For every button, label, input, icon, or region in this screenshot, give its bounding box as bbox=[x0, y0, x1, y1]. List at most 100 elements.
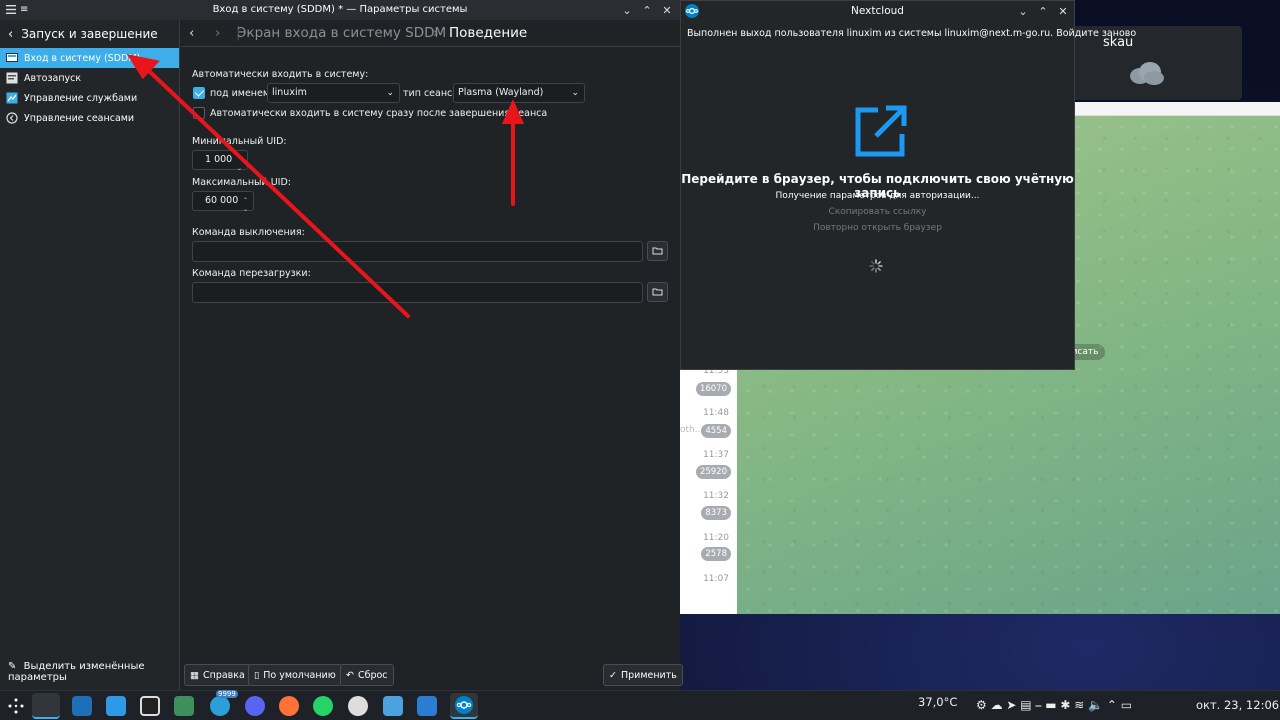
minimize-icon[interactable]: ⌄ bbox=[1016, 5, 1030, 18]
app-launcher-icon[interactable] bbox=[6, 696, 26, 716]
breadcrumb: ‹ › | Экран входа в систему SDDM › Повед… bbox=[181, 20, 680, 47]
dolphin-icon[interactable] bbox=[106, 696, 126, 716]
unread-badge: 2578 bbox=[701, 547, 731, 561]
undo-icon: ↶ bbox=[346, 669, 354, 681]
unread-badge: 8373 bbox=[701, 506, 731, 520]
minimize-icon[interactable]: ⌄ bbox=[620, 4, 634, 17]
help-icon: ▦ bbox=[190, 669, 199, 681]
reboot-command-label: Команда перезагрузки: bbox=[192, 268, 311, 279]
mail-icon[interactable] bbox=[417, 696, 437, 716]
help-label: Справка bbox=[202, 669, 245, 681]
spin-down-icon[interactable]: ⌄ bbox=[243, 201, 251, 213]
sidebar-item-sddm[interactable]: Вход в систему (SDDM) bbox=[0, 48, 179, 68]
chevron-left-icon: ‹ bbox=[8, 26, 14, 42]
relogin-checkbox[interactable] bbox=[193, 107, 205, 119]
help-button[interactable]: ▦ Справка bbox=[184, 664, 251, 686]
session-type-label: тип сеанса bbox=[403, 88, 459, 99]
settings-task-icon[interactable] bbox=[32, 693, 60, 719]
screenshot-icon[interactable] bbox=[383, 696, 403, 716]
user-value: linuxim bbox=[272, 87, 307, 98]
sidebar: ‹ Запуск и завершение Вход в систему (SD… bbox=[0, 20, 180, 690]
cloud-icon bbox=[1130, 62, 1164, 85]
min-uid-spinbox[interactable]: 1 000 ⌃ ⌄ bbox=[192, 150, 248, 172]
close-icon[interactable]: ✕ bbox=[660, 4, 674, 17]
autologin-user-checkbox[interactable] bbox=[193, 87, 205, 99]
settings-titlebar[interactable]: ≡ Вход в систему (SDDM) * — Параметры си… bbox=[0, 0, 680, 20]
breadcrumb-parent[interactable]: Экран входа в систему SDDM bbox=[237, 25, 446, 41]
reopen-browser-button[interactable]: Повторно открыть браузер bbox=[681, 223, 1074, 233]
discord-icon[interactable] bbox=[245, 696, 265, 716]
session-type-value: Plasma (Wayland) bbox=[458, 87, 544, 98]
min-uid-value: 1 000 bbox=[205, 154, 233, 165]
breadcrumb-separator-icon: › bbox=[433, 25, 439, 41]
window-switcher-icon[interactable] bbox=[140, 696, 160, 716]
window-title: Вход в систему (SDDM) * — Параметры сист… bbox=[212, 4, 468, 15]
reset-label: Сброс bbox=[357, 669, 388, 681]
highlight-changed-label: Выделить изменённые параметры bbox=[8, 661, 145, 683]
vivaldi-icon[interactable] bbox=[348, 696, 368, 716]
chat-fragment: oth... bbox=[680, 425, 704, 435]
defaults-button[interactable]: ▯ По умолчанию bbox=[248, 664, 342, 686]
chat-time: 11:48 bbox=[703, 408, 729, 418]
unread-badge: 4554 bbox=[701, 424, 731, 438]
min-uid-label: Минимальный UID: bbox=[192, 136, 287, 147]
sidebar-item-sessions[interactable]: Управление сеансами bbox=[0, 108, 179, 128]
sidebar-item-services[interactable]: Управление службами bbox=[0, 88, 179, 108]
halt-command-label: Команда выключения: bbox=[192, 227, 305, 238]
user-label: под именем: bbox=[210, 88, 274, 99]
taskbar-badge: 9999 bbox=[216, 690, 238, 698]
maximize-icon[interactable]: ⌃ bbox=[640, 4, 654, 17]
taskbar: 9999 37,0°C ⚙ ☁ ➤ ▤ ⎯ ▬ ✱ ≋ 🔈 ⌃ ▭ окт. 2… bbox=[0, 690, 1280, 720]
clock[interactable]: окт. 23, 12:06 bbox=[1196, 698, 1279, 712]
relogin-label: Автоматически входить в систему сразу по… bbox=[210, 108, 548, 119]
max-uid-spinbox[interactable]: 60 000 ⌃ ⌄ bbox=[192, 191, 254, 213]
telegram-icon[interactable]: 9999 bbox=[210, 690, 238, 716]
chat-time: 11:20 bbox=[703, 533, 729, 543]
halt-command-input[interactable] bbox=[192, 241, 643, 262]
sidebar-back-button[interactable]: ‹ Запуск и завершение bbox=[0, 20, 179, 48]
spin-down-icon[interactable]: ⌄ bbox=[237, 160, 245, 172]
chat-time: 11:37 bbox=[703, 450, 729, 460]
firefox-icon[interactable] bbox=[279, 696, 299, 716]
auth-status: Получение параметров для авторизации... bbox=[775, 191, 980, 201]
nextcloud-titlebar[interactable]: Nextcloud ⌄ ⌃ ✕ bbox=[681, 1, 1074, 21]
sidebar-item-autostart[interactable]: Автозапуск bbox=[0, 68, 179, 88]
back-arrow-icon[interactable]: ‹ bbox=[189, 25, 194, 41]
chevron-down-icon: ⌄ bbox=[571, 88, 579, 98]
system-settings-window[interactable]: ≡ Вход в систему (SDDM) * — Параметры си… bbox=[0, 0, 683, 690]
breadcrumb-current: Поведение bbox=[449, 25, 528, 41]
copy-link-button[interactable]: Скопировать ссылку bbox=[681, 207, 1074, 217]
monitor-icon bbox=[6, 53, 18, 62]
temperature: 37,0°C bbox=[918, 695, 958, 709]
chat-time: 11:07 bbox=[703, 574, 729, 584]
maximize-icon[interactable]: ⌃ bbox=[1036, 5, 1050, 18]
halt-browse-button[interactable] bbox=[647, 241, 668, 261]
services-icon bbox=[6, 92, 18, 104]
spin-up-icon[interactable]: ⌃ bbox=[237, 151, 245, 163]
tray-icons[interactable]: ⚙ ☁ ➤ ▤ ⎯ ▬ ✱ ≋ 🔈 ⌃ ▭ bbox=[976, 698, 1132, 713]
apply-label: Применить bbox=[620, 669, 677, 681]
reset-button[interactable]: ↶ Сброс bbox=[340, 664, 394, 686]
spin-up-icon[interactable]: ⌃ bbox=[243, 192, 251, 204]
user-select[interactable]: linuxim ⌄ bbox=[267, 83, 400, 103]
close-icon[interactable]: ✕ bbox=[1056, 5, 1070, 18]
sidebar-item-label: Управление сеансами bbox=[24, 112, 135, 124]
file-manager-icon[interactable] bbox=[72, 696, 92, 716]
autostart-icon bbox=[6, 72, 18, 84]
session-type-select[interactable]: Plasma (Wayland) ⌄ bbox=[453, 83, 585, 103]
highlight-changed-button[interactable]: ✎ Выделить изменённые параметры bbox=[8, 661, 179, 683]
nextcloud-window[interactable]: Nextcloud ⌄ ⌃ ✕ Выполнен выход пользоват… bbox=[680, 0, 1136, 370]
sidebar-item-label: Вход в систему (SDDM) bbox=[24, 52, 141, 64]
apply-button[interactable]: ✓ Применить bbox=[603, 664, 683, 686]
reboot-command-input[interactable] bbox=[192, 282, 643, 303]
unread-badge: 16070 bbox=[695, 382, 731, 396]
whatsapp-icon[interactable] bbox=[313, 696, 333, 716]
folder-icon bbox=[652, 288, 663, 296]
document-icon: ▯ bbox=[254, 669, 260, 681]
session-icon bbox=[6, 112, 18, 124]
nextcloud-task-icon[interactable] bbox=[450, 693, 478, 719]
external-link-icon bbox=[855, 105, 907, 157]
reboot-browse-button[interactable] bbox=[647, 282, 668, 302]
system-monitor-icon[interactable] bbox=[174, 696, 194, 716]
forward-arrow-icon[interactable]: › bbox=[215, 25, 220, 41]
